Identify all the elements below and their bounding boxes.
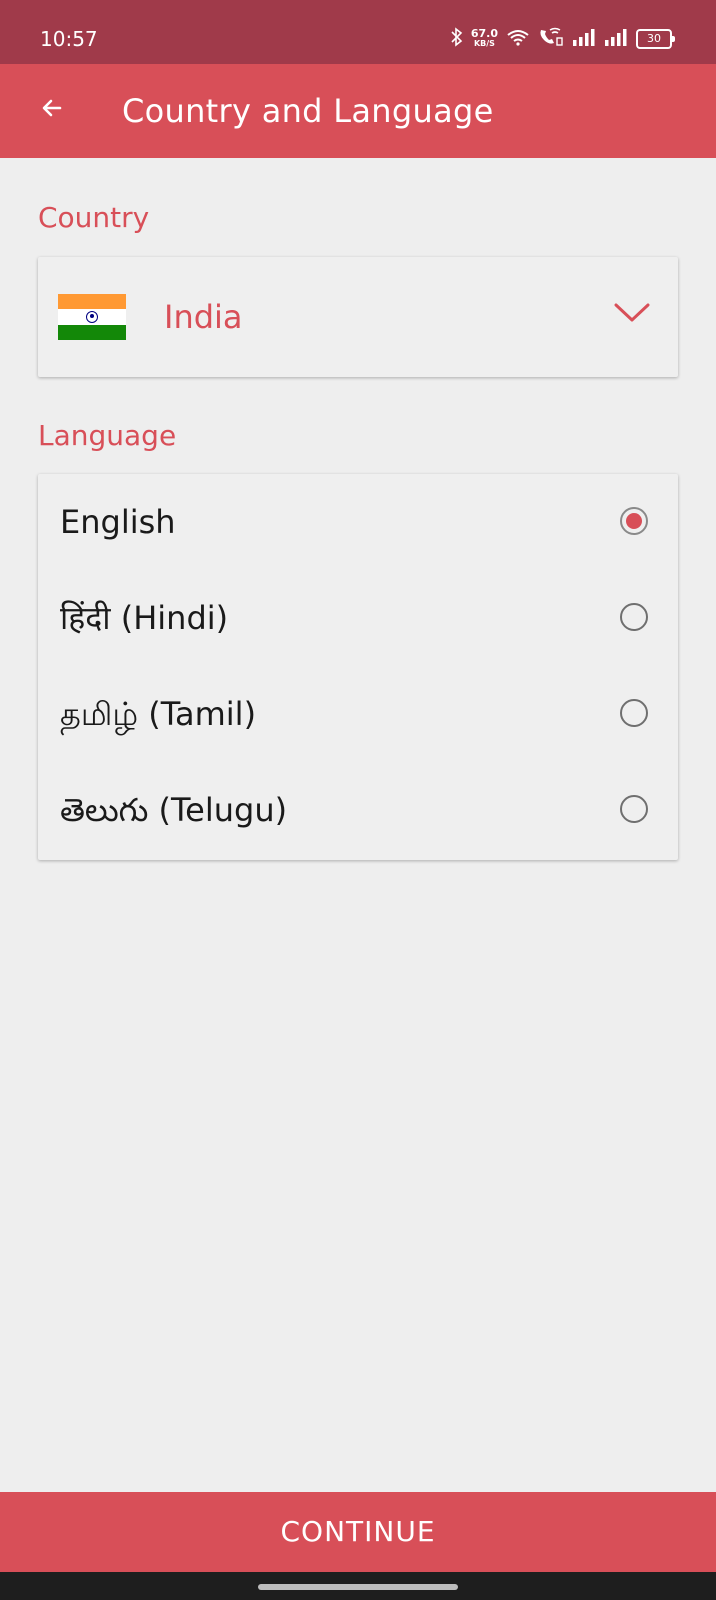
signal-icon [604, 28, 628, 50]
india-flag-icon [58, 294, 126, 340]
back-button[interactable] [30, 88, 74, 132]
language-option-telugu[interactable]: తెలుగు (Telugu) [38, 762, 678, 858]
language-option-tamil[interactable]: தமிழ் (Tamil) [38, 666, 678, 762]
language-option-label: हिंदी (Hindi) [60, 599, 229, 637]
bluetooth-icon [451, 27, 463, 51]
selected-country: India [164, 298, 243, 336]
radio-button-selected[interactable] [620, 507, 648, 535]
page-title: Country and Language [122, 92, 494, 130]
home-indicator[interactable] [258, 1584, 458, 1590]
language-option-hindi[interactable]: हिंदी (Hindi) [38, 570, 678, 666]
status-time: 10:57 [40, 27, 98, 51]
system-nav-bar [0, 1572, 716, 1600]
language-list: English हिंदी (Hindi) தமிழ் (Tamil) తెలు… [38, 474, 678, 860]
status-icons: 67.0 KB/S 30 [451, 27, 675, 51]
language-option-english[interactable]: English [38, 474, 678, 570]
network-speed-unit: KB/S [473, 39, 495, 48]
language-option-label: தமிழ் (Tamil) [60, 695, 257, 733]
app-bar: Country and Language [0, 64, 716, 158]
country-dropdown[interactable]: India [38, 257, 678, 377]
status-bar: 10:57 67.0 KB/S 30 [0, 0, 716, 64]
radio-button[interactable] [620, 603, 648, 631]
battery-icon: 30 [636, 29, 675, 49]
wifi-call-icon [538, 27, 564, 51]
language-section-label: Language [38, 419, 177, 452]
chevron-down-icon [612, 299, 652, 327]
radio-button[interactable] [620, 699, 648, 727]
wifi-icon [506, 28, 530, 50]
radio-button[interactable] [620, 795, 648, 823]
country-section-label: Country [38, 201, 150, 234]
network-speed: 67.0 KB/S [470, 27, 498, 49]
network-speed-value: 67.0 [470, 27, 498, 40]
continue-button[interactable]: CONTINUE [0, 1492, 716, 1572]
language-option-label: English [60, 503, 176, 541]
battery-level: 30 [647, 32, 661, 45]
language-option-label: తెలుగు (Telugu) [60, 791, 288, 829]
signal-icon [572, 28, 596, 50]
arrow-left-icon [40, 96, 64, 124]
